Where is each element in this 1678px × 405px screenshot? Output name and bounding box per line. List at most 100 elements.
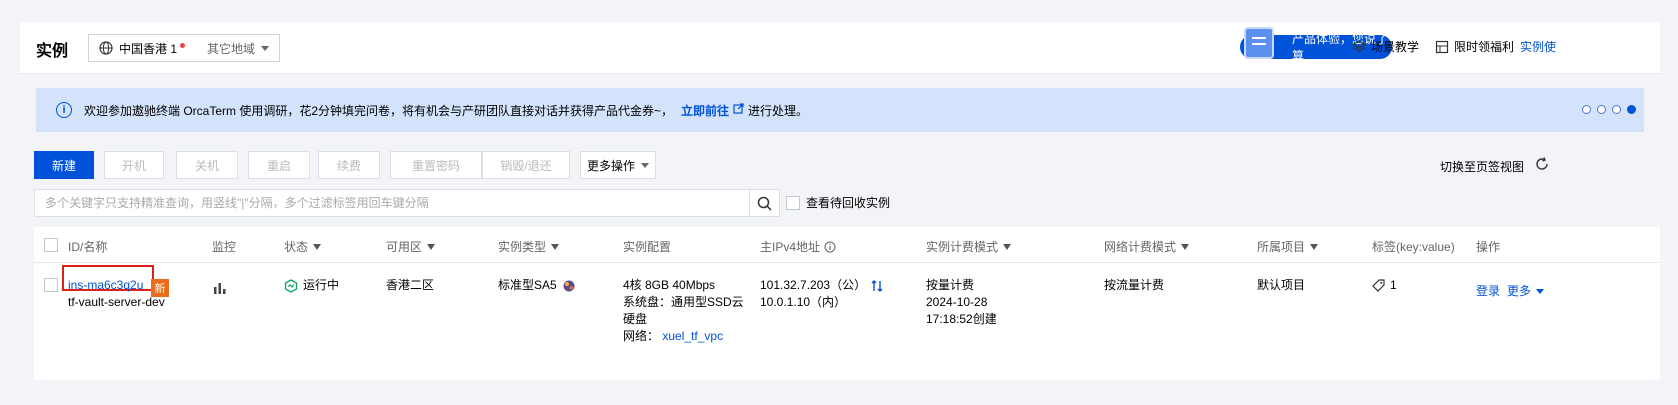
tags-cell[interactable]: 1 [1372,277,1397,294]
banner-page-dot[interactable] [1612,105,1621,114]
filter-icon[interactable] [551,243,560,250]
column-label: ID/名称 [68,240,108,254]
start-button[interactable]: 开机 [104,151,164,179]
page-title: 实例 [36,43,69,60]
column-billing[interactable]: 实例计费模式 [926,238,1012,255]
instance-name: tf-vault-server-dev [68,295,165,309]
shutdown-button[interactable]: 关机 [176,151,238,179]
private-ip: 10.0.1.10（内） [760,295,847,309]
column-zone[interactable]: 可用区 [386,238,436,255]
column-label: 操作 [1476,240,1501,254]
column-tags: 标签(key:value) [1372,238,1455,255]
more-actions-dropdown[interactable]: 更多 [1507,283,1545,300]
column-label: 实例配置 [623,240,672,254]
instance-id-link[interactable]: ins-ma6c3q2u [68,277,143,294]
recycle-checkbox[interactable] [786,195,800,210]
vpc-link[interactable]: xuel_tf_vpc [662,329,723,343]
banner-suffix: 进行处理。 [748,103,809,118]
status-text: 运行中 [303,278,340,292]
running-status-icon [284,278,298,293]
row-checkbox[interactable] [44,278,58,292]
column-net-billing[interactable]: 网络计费模式 [1104,238,1190,255]
column-label: 标签(key:value) [1372,240,1455,254]
filter-icon[interactable] [1310,243,1319,250]
chevron-down-icon [1536,289,1545,294]
switch-tab-view-link[interactable]: 切换至页签视图 [1440,158,1524,175]
banner-page-dot[interactable] [1582,105,1591,114]
gift-icon [1435,40,1449,53]
scene-tutorial-link[interactable]: 场景教学 [1352,38,1419,55]
column-status[interactable]: 状态 [284,238,322,255]
net-billing-cell: 按流量计费 [1104,278,1165,292]
banner-go-link[interactable]: 立即前往 [681,102,729,119]
banner-text: 欢迎参加遨驰终端 OrcaTerm 使用调研，花2分钟填完问卷，将有机会与产研团… [84,103,674,118]
created-time: 17:18:52创建 [926,312,997,326]
config-disk-cont: 硬盘 [623,312,648,326]
survey-icon [1244,27,1274,59]
select-all-checkbox[interactable] [44,238,58,252]
column-config: 实例配置 [623,238,671,255]
column-label: 可用区 [386,240,423,254]
filter-icon[interactable] [1181,243,1190,250]
search-bar [34,189,780,217]
filter-icon[interactable] [1003,243,1012,250]
external-link-icon [733,103,744,117]
limited-offer-link[interactable]: 限时领福利 [1435,38,1514,55]
region-selector[interactable]: 中国香港 1 其它地域 [88,34,280,62]
column-ops: 操作 [1476,238,1500,255]
column-monitor: 监控 [212,238,236,255]
chevron-down-icon [641,162,649,168]
network-label: 网络： [623,329,660,343]
layers-icon [1352,39,1366,52]
survey-banner: i 欢迎参加遨驰终端 OrcaTerm 使用调研，花2分钟填完问卷，将有机会与产… [36,88,1644,132]
zone-cell: 香港二区 [386,278,435,292]
other-region-label: 其它地域 [207,41,256,56]
region-alert-dot [180,42,186,48]
globe-icon [99,41,113,55]
billing-mode: 按量计费 [926,278,975,292]
filter-icon[interactable] [427,243,436,250]
type-text: 标准型SA5 [498,278,557,292]
column-label: 实例计费模式 [926,240,999,254]
config-disk: 系统盘：通用型SSD云 [623,295,744,309]
refresh-icon[interactable] [1534,156,1550,172]
current-region: 中国香港 1 [119,41,178,56]
created-date: 2024-10-28 [926,295,988,309]
instance-usage-label: 实例使 [1520,40,1557,54]
reset-password-button[interactable]: 重置密码 [390,151,482,179]
amd-chip-icon [563,280,575,291]
instance-usage-link[interactable]: 实例使 [1520,38,1556,55]
recycle-label: 查看待回收实例 [806,196,891,210]
column-label: 监控 [212,240,237,254]
new-instance-button[interactable]: 新建 [34,151,94,179]
tag-icon [1372,279,1385,292]
column-ipv4: 主IPv4地址 [760,238,836,255]
recycle-filter[interactable]: 查看待回收实例 [786,194,890,211]
page-header: 实例 中国香港 1 其它地域 产品体验，您说了算 场景教学 限时领福利 实例使 [20,22,1660,74]
column-label: 所属项目 [1257,240,1306,254]
login-link[interactable]: 登录 [1476,283,1500,300]
filter-icon[interactable] [313,243,322,250]
ip-swap-icon[interactable] [870,279,884,293]
search-input[interactable] [35,190,749,216]
column-project[interactable]: 所属项目 [1257,238,1319,255]
info-circle-icon[interactable] [824,241,836,253]
restart-button[interactable]: 重启 [248,151,310,179]
search-button[interactable] [749,190,779,216]
project-cell: 默认项目 [1257,278,1306,292]
column-label: 主IPv4地址 [760,240,821,254]
instance-table: ID/名称 监控 状态 可用区 实例类型 实例配置 主IPv4地址 实例计费模式… [34,227,1660,380]
monitor-chart-icon[interactable] [213,281,227,295]
destroy-button[interactable]: 销毁/退还 [482,151,570,179]
banner-page-dot[interactable] [1597,105,1606,114]
more-operations-dropdown[interactable]: 更多操作 [580,151,656,179]
ipv4-cell: 101.32.7.203（公） 10.0.1.10（内） [760,277,884,311]
chevron-down-icon [261,45,270,51]
page-background: 实例 中国香港 1 其它地域 产品体验，您说了算 场景教学 限时领福利 实例使 … [0,0,1678,405]
column-label: 状态 [284,240,309,254]
config-network: 网络： xuel_tf_vpc [623,328,744,345]
column-type[interactable]: 实例类型 [498,238,560,255]
instance-console: 实例 中国香港 1 其它地域 产品体验，您说了算 场景教学 限时领福利 实例使 … [20,22,1660,380]
renew-button[interactable]: 续费 [318,151,380,179]
banner-page-dot-active[interactable] [1627,105,1636,114]
